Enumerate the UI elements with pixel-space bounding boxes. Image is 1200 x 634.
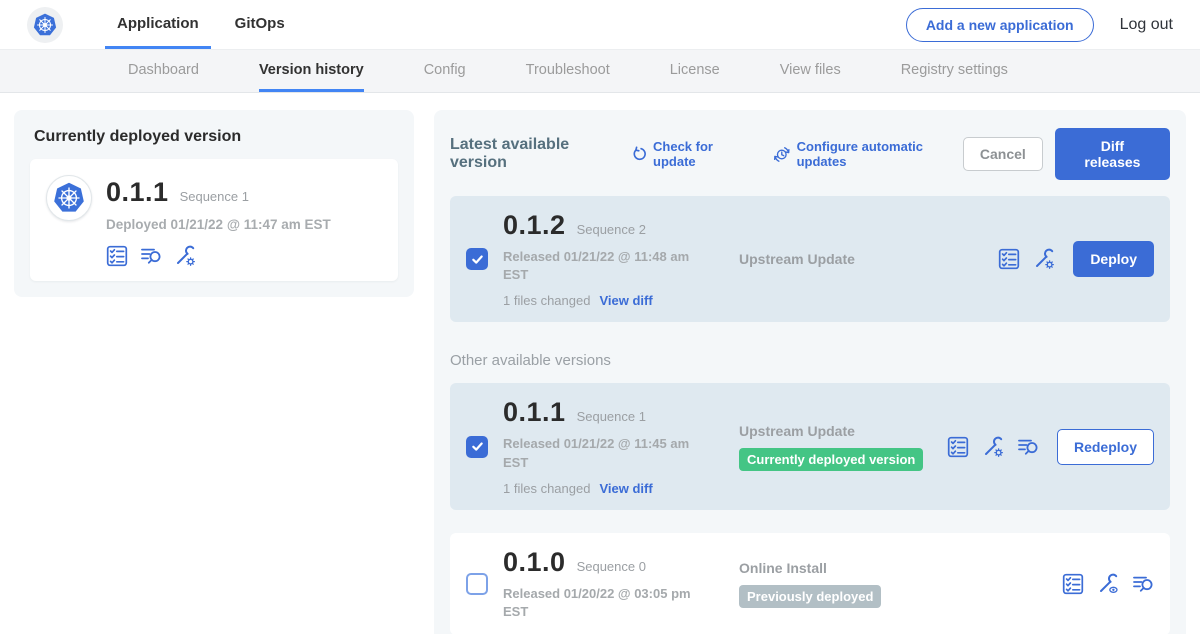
subtab-view-files[interactable]: View files [780,50,841,92]
tab-gitops[interactable]: GitOps [223,0,297,49]
version-info: 0.1.2 Sequence 2 Released 01/21/22 @ 11:… [503,210,706,308]
version-actions: Deploy [998,241,1154,277]
clock-refresh-icon [773,145,791,164]
source-label: Upstream Update [739,423,947,439]
refresh-icon [631,146,647,163]
view-files-icon[interactable] [1132,573,1154,595]
tab-application-label: Application [117,15,199,32]
currently-deployed-badge: Currently deployed version [739,448,923,471]
view-files-icon[interactable] [140,245,162,267]
top-nav-right: Add a new application Log out [906,0,1173,49]
subtab-registry-settings-label: Registry settings [901,62,1008,78]
version-actions [1062,573,1154,595]
version-history-panel: Latest available version Check for updat… [434,110,1186,634]
edit-config-icon[interactable] [174,245,196,267]
version-number: 0.1.1 [503,397,566,428]
tab-application[interactable]: Application [105,0,211,49]
released-timestamp: Released 01/21/22 @ 11:45 am EST [503,435,693,471]
preflight-checks-icon[interactable] [947,436,969,458]
cancel-button[interactable]: Cancel [963,137,1043,171]
subtab-registry-settings[interactable]: Registry settings [901,50,1008,92]
released-timestamp: Released 01/20/22 @ 03:05 pm EST [503,585,693,621]
preflight-checks-icon[interactable] [998,248,1020,270]
version-row-0-1-0: 0.1.0 Sequence 0 Released 01/20/22 @ 03:… [450,533,1170,634]
edit-config-icon[interactable] [982,436,1004,458]
checkmark-icon [471,253,484,266]
version-checkbox[interactable] [466,436,488,458]
subtab-dashboard-label: Dashboard [128,62,199,78]
subtab-view-files-label: View files [780,62,841,78]
source-label: Online Install [739,560,1062,576]
version-number: 0.1.0 [503,547,566,578]
latest-version-header: Latest available version Check for updat… [450,128,1170,180]
main-content: Currently deployed version 0.1.1 Sequenc… [0,93,1200,634]
version-info: 0.1.1 Sequence 1 Released 01/21/22 @ 11:… [503,397,706,495]
subtab-troubleshoot[interactable]: Troubleshoot [526,50,610,92]
subtab-license[interactable]: License [670,50,720,92]
version-row-0-1-1: 0.1.1 Sequence 1 Released 01/21/22 @ 11:… [450,383,1170,509]
subtab-troubleshoot-label: Troubleshoot [526,62,610,78]
diff-releases-button[interactable]: Diff releases [1055,128,1170,180]
other-versions-title: Other available versions [450,352,1170,369]
version-actions: Redeploy [947,429,1154,465]
subtab-version-history[interactable]: Version history [259,50,364,92]
version-sequence: Sequence 0 [577,559,646,574]
view-config-icon[interactable] [1097,573,1119,595]
subtab-dashboard[interactable]: Dashboard [128,50,199,92]
edit-config-icon[interactable] [1033,248,1055,270]
deployed-version-number: 0.1.1 [106,177,169,208]
version-row-0-1-2: 0.1.2 Sequence 2 Released 01/21/22 @ 11:… [450,196,1170,322]
currently-deployed-card: 0.1.1 Sequence 1 Deployed 01/21/22 @ 11:… [30,159,398,281]
released-timestamp: Released 01/21/22 @ 11:48 am EST [503,248,693,284]
configure-automatic-updates-link[interactable]: Configure automatic updates [773,139,963,169]
app-icon [46,175,92,221]
version-checkbox[interactable] [466,248,488,270]
preflight-checks-icon[interactable] [106,245,128,267]
subtab-config-label: Config [424,62,466,78]
deployed-version-info: 0.1.1 Sequence 1 Deployed 01/21/22 @ 11:… [106,175,331,267]
deploy-button[interactable]: Deploy [1073,241,1154,277]
view-files-icon[interactable] [1017,436,1039,458]
source-label: Upstream Update [739,251,998,267]
version-source: Upstream Update Currently deployed versi… [706,423,947,471]
subtab-config[interactable]: Config [424,50,466,92]
subtab-version-history-label: Version history [259,62,364,78]
version-sequence: Sequence 2 [577,222,646,237]
version-info: 0.1.0 Sequence 0 Released 01/20/22 @ 03:… [503,547,706,621]
app-sub-nav: Dashboard Version history Config Trouble… [0,50,1200,93]
top-nav: Application GitOps Add a new application… [0,0,1200,50]
currently-deployed-panel: Currently deployed version 0.1.1 Sequenc… [14,110,414,297]
kots-admin-console: Application GitOps Add a new application… [0,0,1200,634]
subtab-license-label: License [670,62,720,78]
kubernetes-logo-icon [49,178,89,218]
redeploy-button[interactable]: Redeploy [1057,429,1154,465]
configure-automatic-updates-label: Configure automatic updates [797,139,963,169]
version-number: 0.1.2 [503,210,566,241]
currently-deployed-title: Currently deployed version [34,128,394,146]
deployed-version-sequence: Sequence 1 [180,189,249,204]
version-source: Upstream Update [706,251,998,267]
deployed-version-actions [106,245,331,267]
view-diff-link[interactable]: View diff [599,481,652,496]
check-for-update-label: Check for update [653,139,751,169]
version-source: Online Install Previously deployed [706,560,1062,608]
check-for-update-link[interactable]: Check for update [631,139,751,169]
files-changed-label: 1 files changed [503,481,590,496]
preflight-checks-icon[interactable] [1062,573,1084,595]
logout-button[interactable]: Log out [1120,16,1173,34]
checkmark-icon [471,440,484,453]
view-diff-link[interactable]: View diff [599,293,652,308]
previously-deployed-badge: Previously deployed [739,585,881,608]
version-checkbox[interactable] [466,573,488,595]
files-changed-label: 1 files changed [503,293,590,308]
latest-version-title: Latest available version [450,136,617,172]
add-new-application-button[interactable]: Add a new application [906,8,1094,42]
tab-gitops-label: GitOps [235,15,285,32]
kubernetes-logo-icon [30,10,60,40]
version-sequence: Sequence 1 [577,409,646,424]
deployed-timestamp: Deployed 01/21/22 @ 11:47 am EST [106,217,331,232]
app-logo [27,7,63,43]
